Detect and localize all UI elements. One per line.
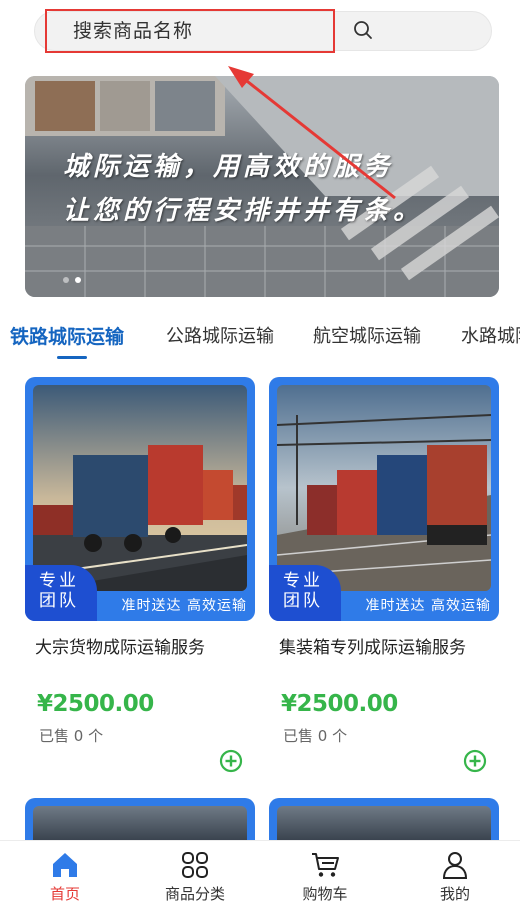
service-tags: 准时送达 高效运输 [365, 598, 491, 614]
active-tab-indicator [57, 356, 87, 359]
tab-air-transport[interactable]: 航空城际运输 [313, 322, 421, 348]
tab-road-transport[interactable]: 公路城际运输 [166, 322, 274, 348]
product-title[interactable]: 集装箱专列成际运输服务 [279, 633, 466, 658]
category-tabs: 铁路城际运输 公路城际运输 航空城际运输 水路城际 [0, 318, 520, 362]
product-price: ¥2500.00 [37, 691, 154, 717]
cart-icon [312, 853, 339, 877]
team-badge: 专业 团队 [269, 565, 341, 621]
carousel-dot-active[interactable] [75, 277, 81, 283]
product-photo-truck [33, 385, 247, 591]
banner-headline: 城际运输，用高效的服务 [63, 152, 394, 182]
banner-image [25, 76, 499, 297]
team-badge: 专业 团队 [25, 565, 97, 621]
product-card[interactable]: 专业 团队 准时送达 高效运输 集装箱专列成际运输服务 ¥2500.00 已售 … [269, 377, 499, 797]
search-icon[interactable] [352, 19, 374, 41]
product-title[interactable]: 大宗货物成际运输服务 [35, 633, 205, 658]
nav-categories[interactable]: 商品分类 [130, 841, 260, 903]
add-to-cart-icon[interactable] [219, 749, 243, 773]
badge-line-2: 团队 [283, 591, 323, 611]
nav-profile[interactable]: 我的 [390, 841, 520, 903]
add-to-cart-icon[interactable] [463, 749, 487, 773]
bottom-navigation: 首页 商品分类 购物车 我的 [0, 840, 520, 903]
product-price: ¥2500.00 [281, 691, 398, 717]
product-card[interactable]: 专业 团队 准时送达 高效运输 大宗货物成际运输服务 ¥2500.00 已售 0… [25, 377, 255, 797]
product-image-frame: 专业 团队 准时送达 高效运输 [269, 377, 499, 621]
category-grid-icon [182, 852, 208, 878]
nav-label: 首页 [49, 885, 80, 903]
badge-line-1: 专业 [39, 571, 79, 591]
nav-label: 我的 [439, 885, 470, 903]
sold-count: 已售 0 个 [283, 727, 348, 745]
carousel-indicator [63, 277, 81, 283]
nav-label: 商品分类 [164, 885, 225, 903]
product-image-frame: 专业 团队 准时送达 高效运输 [25, 377, 255, 621]
tab-rail-transport[interactable]: 铁路城际运输 [10, 322, 124, 349]
product-photo-train [277, 385, 491, 591]
banner-subheadline: 让您的行程安排井井有条。 [63, 196, 424, 226]
carousel-dot[interactable] [63, 277, 69, 283]
sold-count: 已售 0 个 [39, 727, 104, 745]
badge-line-1: 专业 [283, 571, 323, 591]
nav-home[interactable]: 首页 [0, 841, 130, 903]
nav-cart[interactable]: 购物车 [260, 841, 390, 903]
home-icon [53, 853, 77, 877]
nav-label: 购物车 [302, 885, 348, 903]
tab-water-transport[interactable]: 水路城际 [461, 322, 520, 348]
banner-carousel[interactable]: 城际运输，用高效的服务 让您的行程安排井井有条。 [25, 76, 499, 297]
badge-line-2: 团队 [39, 591, 79, 611]
search-input[interactable]: 搜索商品名称 [45, 9, 335, 53]
user-icon [442, 852, 468, 879]
service-tags: 准时送达 高效运输 [121, 598, 247, 614]
